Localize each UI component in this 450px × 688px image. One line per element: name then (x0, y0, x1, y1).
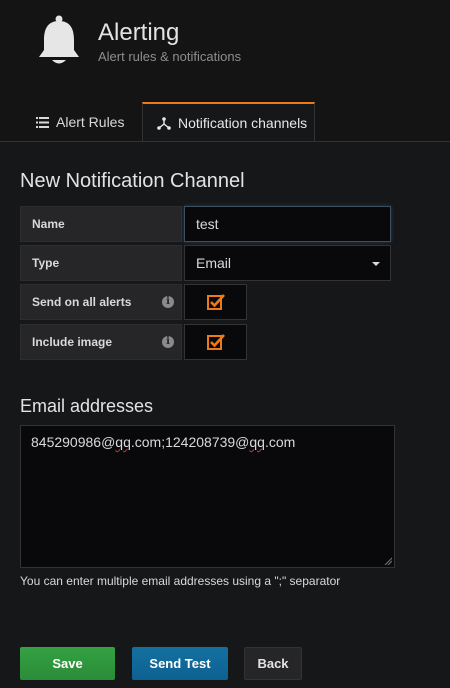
type-label: Type (20, 245, 182, 281)
send-on-all-alerts-checkbox[interactable] (184, 284, 247, 320)
type-select-value: Email (196, 255, 232, 271)
info-icon[interactable]: i (162, 296, 174, 308)
section-title: New Notification Channel (20, 170, 245, 192)
include-image-checkbox[interactable] (184, 324, 247, 360)
tab-alert-rules-label: Alert Rules (56, 114, 125, 130)
channels-icon (157, 116, 171, 130)
email-help-text: You can enter multiple email addresses u… (20, 574, 341, 588)
email-addresses-title: Email addresses (20, 396, 154, 416)
email-addresses-textarea[interactable]: 845290986@qq.com;124208739@qq.com (20, 425, 395, 568)
tabs-divider (0, 141, 450, 142)
list-icon (36, 116, 49, 128)
tab-alert-rules[interactable]: Alert Rules (36, 102, 124, 142)
type-select[interactable]: Email (184, 245, 391, 281)
send-test-button[interactable]: Send Test (132, 647, 228, 680)
back-button[interactable]: Back (244, 647, 302, 680)
tab-notification-channels-label: Notification channels (178, 115, 308, 131)
name-input-value: test (196, 216, 219, 232)
include-image-label: Include image i (20, 324, 182, 360)
tab-notification-channels[interactable]: Notification channels (142, 102, 315, 142)
name-label: Name (20, 206, 182, 242)
save-button[interactable]: Save (20, 647, 115, 680)
chevron-down-icon (372, 262, 380, 266)
resize-handle-icon[interactable] (384, 557, 392, 565)
page-subtitle: Alert rules & notifications (98, 49, 242, 64)
bell-icon (39, 15, 79, 64)
page-title: Alerting (98, 19, 180, 46)
name-input[interactable]: test (184, 206, 391, 242)
send-on-all-alerts-label: Send on all alerts i (20, 284, 182, 320)
checkbox-checked-icon (207, 334, 225, 350)
info-icon[interactable]: i (162, 336, 174, 348)
checkbox-checked-icon (207, 294, 225, 310)
page-header: Alerting Alert rules & notifications Ale… (0, 0, 450, 142)
